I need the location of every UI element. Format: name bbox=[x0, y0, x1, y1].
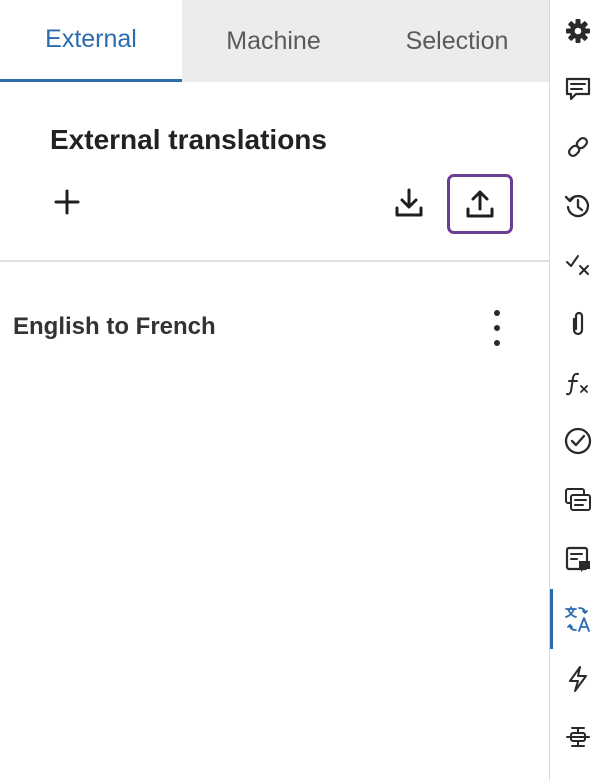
translate-icon bbox=[564, 606, 590, 632]
tab-bar: External Machine Selection bbox=[0, 0, 549, 82]
review-button[interactable] bbox=[550, 418, 604, 464]
comment-icon bbox=[565, 77, 590, 101]
notes-icon bbox=[565, 546, 590, 572]
history-icon bbox=[564, 194, 589, 218]
section-title: External translations bbox=[50, 124, 327, 155]
add-translation-button[interactable] bbox=[51, 186, 83, 218]
translations-panel: External Machine Selection External tran… bbox=[0, 0, 549, 780]
check-cross-button[interactable] bbox=[550, 241, 604, 287]
more-vertical-icon-dot bbox=[494, 340, 500, 346]
more-options-button[interactable] bbox=[482, 310, 512, 346]
check-x-icon bbox=[565, 255, 589, 275]
more-vertical-icon bbox=[494, 310, 500, 316]
download-icon bbox=[395, 188, 423, 217]
function-icon bbox=[565, 372, 588, 396]
documents-button[interactable] bbox=[550, 477, 604, 523]
history-button[interactable] bbox=[550, 183, 604, 229]
notes-button[interactable] bbox=[550, 536, 604, 582]
translations-button[interactable] bbox=[550, 589, 604, 649]
lightning-icon bbox=[568, 666, 587, 692]
gear-icon bbox=[565, 19, 590, 43]
check-circle-icon bbox=[564, 427, 591, 455]
tab-selection[interactable]: Selection bbox=[365, 0, 549, 82]
link-icon bbox=[567, 136, 588, 158]
attachments-button[interactable] bbox=[550, 301, 604, 347]
split-icon bbox=[565, 727, 590, 747]
upload-button[interactable] bbox=[447, 174, 513, 234]
plus-icon bbox=[54, 189, 80, 215]
split-button[interactable] bbox=[550, 714, 604, 760]
documents-icon bbox=[564, 488, 591, 511]
translation-name: English to French bbox=[13, 313, 216, 340]
settings-button[interactable] bbox=[550, 8, 604, 54]
automation-button[interactable] bbox=[550, 656, 604, 702]
links-button[interactable] bbox=[550, 124, 604, 170]
functions-button[interactable] bbox=[550, 360, 604, 406]
paperclip-icon bbox=[572, 311, 583, 336]
list-item[interactable]: English to French bbox=[0, 300, 549, 356]
more-vertical-icon-dot bbox=[494, 325, 500, 331]
comments-button[interactable] bbox=[550, 66, 604, 112]
upload-icon bbox=[466, 190, 494, 218]
divider bbox=[0, 260, 549, 262]
tab-machine[interactable]: Machine bbox=[182, 0, 365, 82]
download-button[interactable] bbox=[390, 184, 428, 222]
tab-external[interactable]: External bbox=[0, 0, 182, 82]
right-toolbar bbox=[549, 0, 604, 780]
